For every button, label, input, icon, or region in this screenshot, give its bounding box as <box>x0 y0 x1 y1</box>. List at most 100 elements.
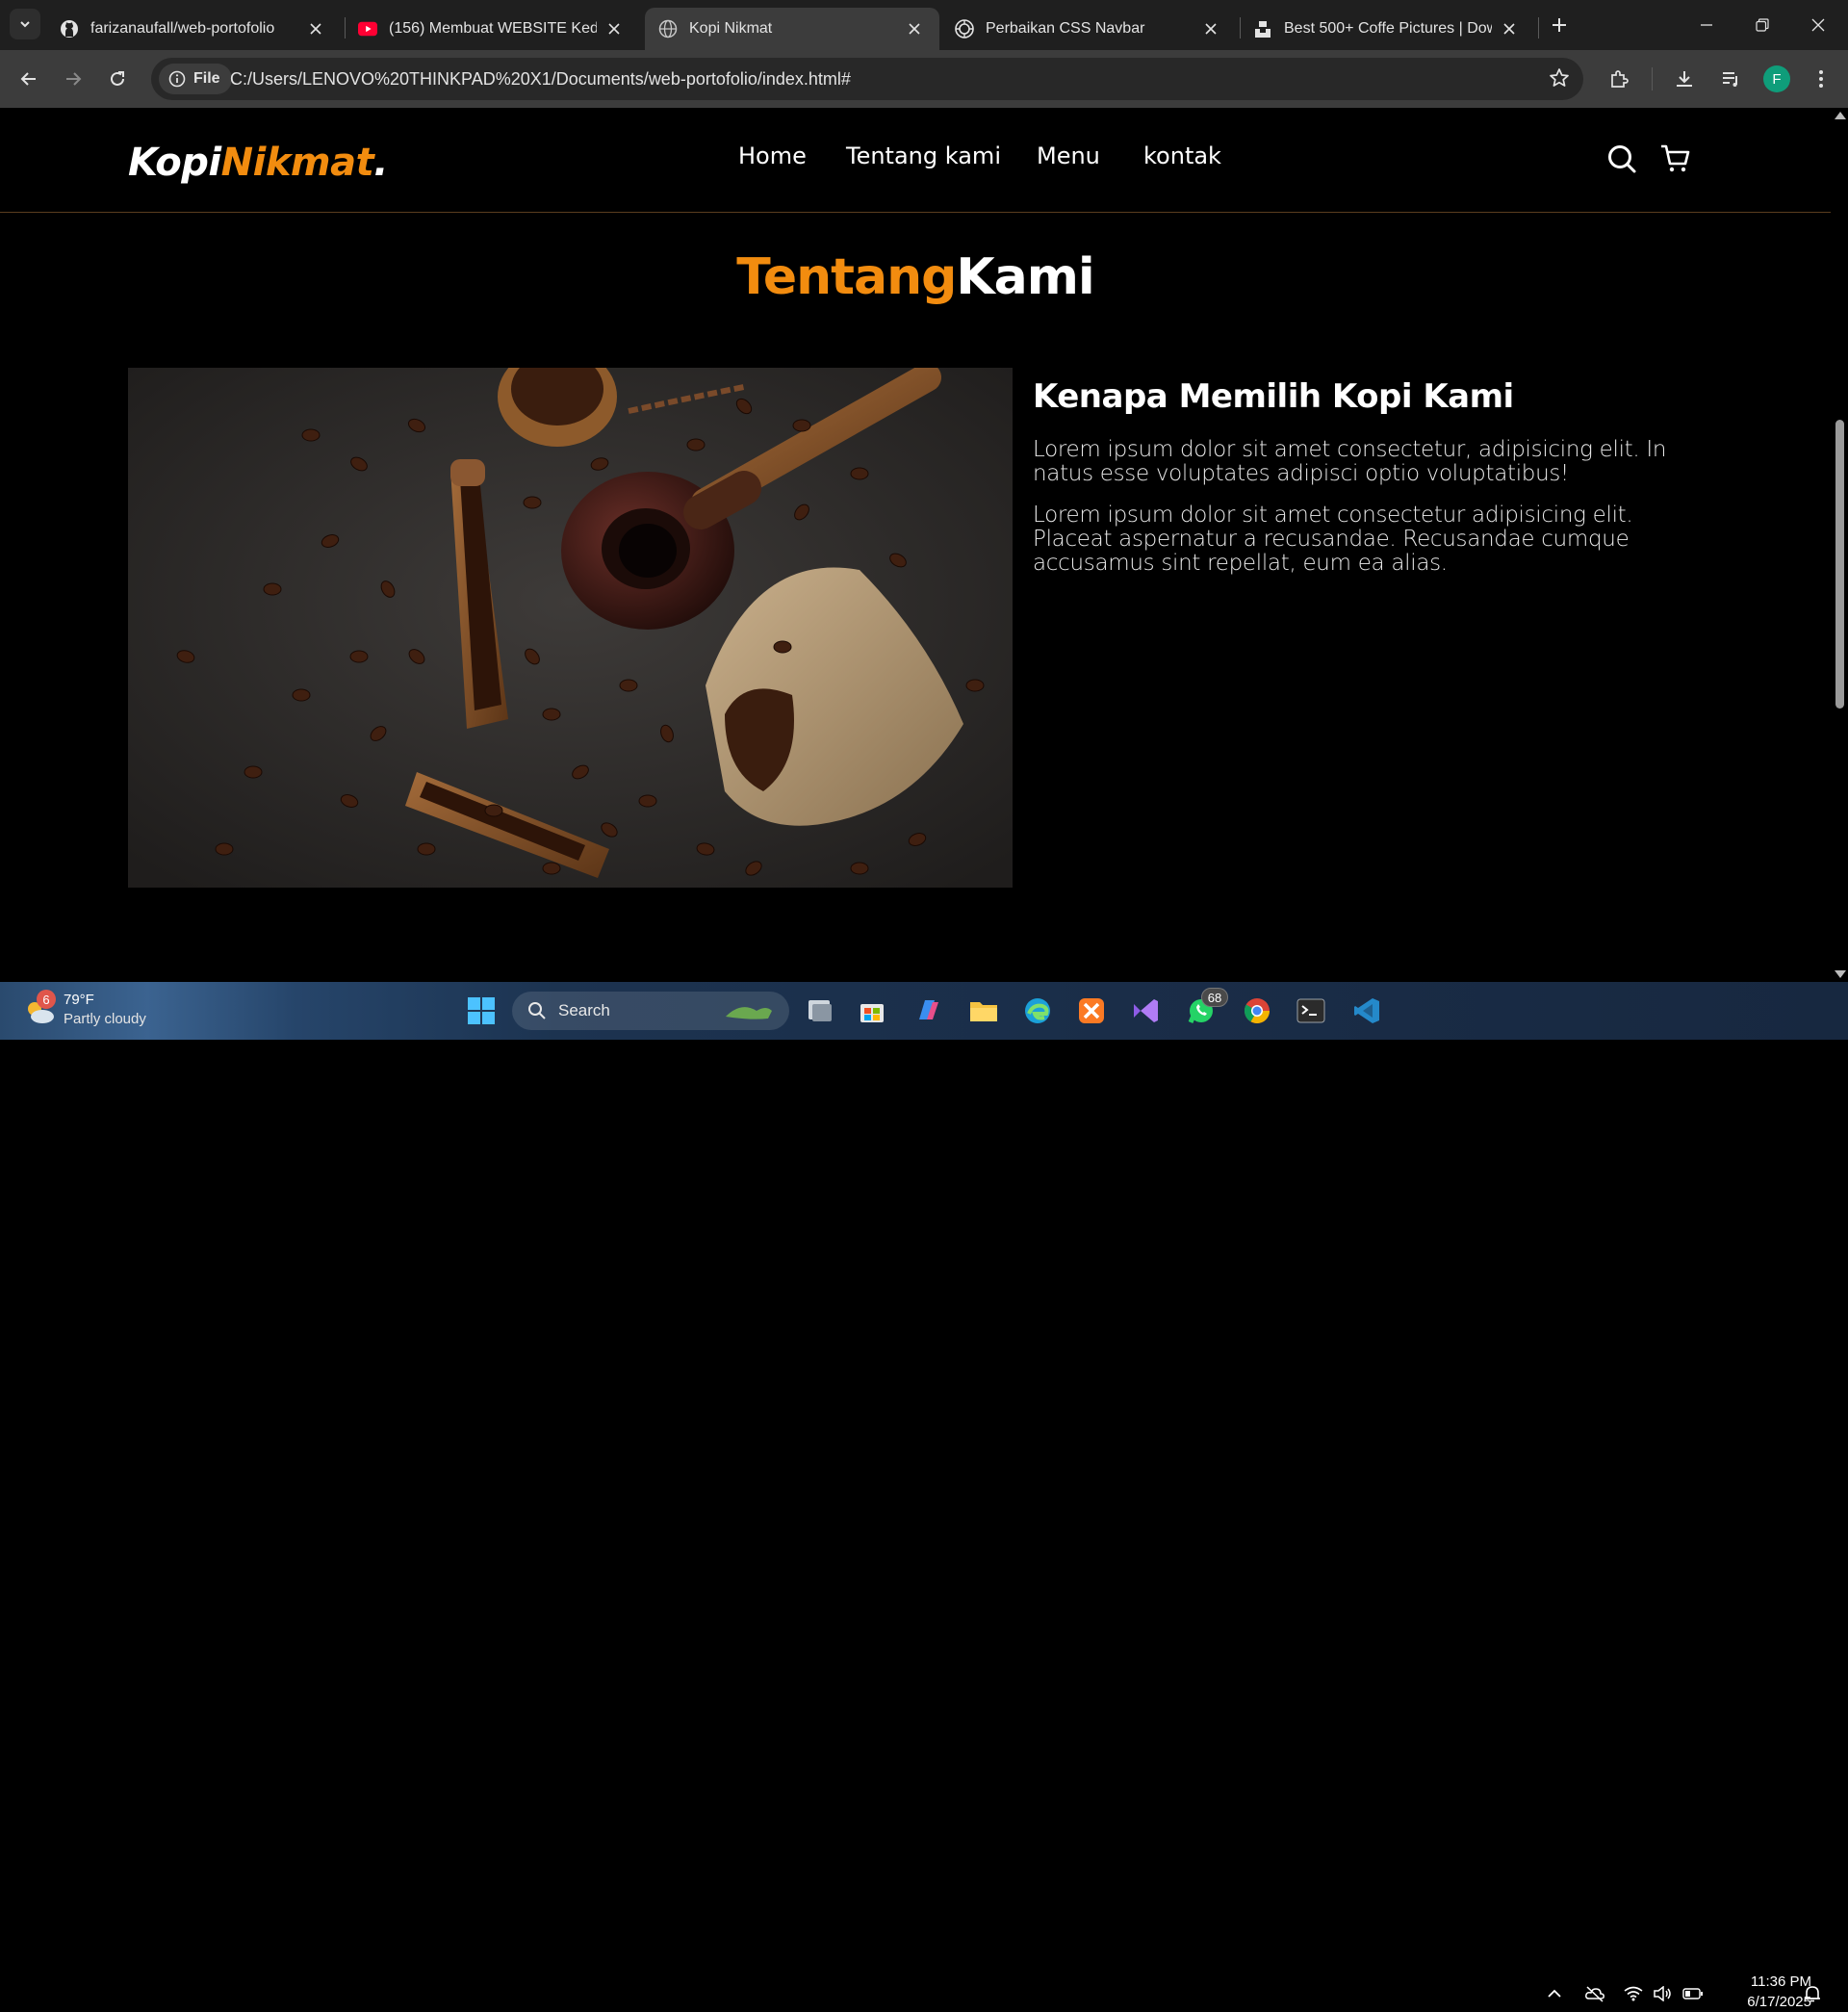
microsoft-store-button[interactable] <box>853 992 891 1030</box>
restore-button[interactable] <box>1734 0 1790 50</box>
weather-badge: 6 <box>37 990 56 1009</box>
copilot-button[interactable] <box>909 992 947 1030</box>
browser-tabbar: farizanaufall/web-portofolio (156) Membu… <box>0 0 1848 50</box>
site-navbar: KopiNikmat. Home Tentang kami Menu konta… <box>0 108 1831 213</box>
windows-taskbar: 6 79°F Partly cloudy Search 11:36 PM 6/1… <box>0 982 1848 2010</box>
taskbar-search-label: Search <box>558 1001 610 1019</box>
tab-kopi-nikmat[interactable]: Kopi Nikmat <box>645 8 939 50</box>
scroll-up-arrow-icon[interactable] <box>1835 112 1846 119</box>
shopping-cart-icon[interactable] <box>1659 142 1692 175</box>
weather-widget[interactable]: 6 79°F Partly cloudy <box>19 990 173 1032</box>
tab-github[interactable]: farizanaufall/web-portofolio <box>46 8 341 50</box>
tab-title: (156) Membuat WEBSITE Kedai <box>389 20 597 37</box>
page-scrollbar[interactable] <box>1831 108 1848 982</box>
file-explorer-button[interactable] <box>964 992 1003 1030</box>
chevron-down-icon <box>20 21 30 28</box>
search-icon <box>528 1002 546 1019</box>
chatgpt-icon <box>955 19 974 39</box>
about-paragraph-1: Lorem ipsum dolor sit amet consectetur, … <box>1033 436 1667 486</box>
puzzle-icon <box>1611 70 1629 88</box>
browser-toolbar: File C:/Users/LENOVO%20THINKPAD%20X1/Doc… <box>0 50 1848 108</box>
more-vert-icon <box>1819 70 1823 88</box>
search-highlight-icon <box>726 1007 772 1019</box>
edge-button[interactable] <box>1018 992 1057 1030</box>
copilot-icon <box>919 1000 938 1019</box>
extensions-button[interactable] <box>1605 65 1632 92</box>
nav-link-home[interactable]: Home <box>738 142 807 169</box>
address-bar[interactable]: File C:/Users/LENOVO%20THINKPAD%20X1/Doc… <box>151 58 1583 100</box>
close-icon[interactable] <box>306 19 325 39</box>
notifications-bell-icon[interactable] <box>1802 1983 1823 2004</box>
visual-studio-button[interactable] <box>1126 992 1165 1030</box>
edge-icon <box>1025 998 1050 1023</box>
task-view-icon <box>808 1000 832 1021</box>
reload-icon <box>111 71 124 86</box>
search-icon[interactable] <box>1605 142 1638 175</box>
tab-title: farizanaufall/web-portofolio <box>90 20 275 37</box>
taskbar-search[interactable]: Search <box>512 992 789 1030</box>
new-tab-button[interactable] <box>1546 12 1573 39</box>
onedrive-offline-icon[interactable] <box>1584 1983 1605 2004</box>
section-title-rest: Kami <box>956 248 1094 306</box>
battery-icon[interactable] <box>1682 1983 1704 2004</box>
reload-button[interactable] <box>102 64 133 94</box>
page-viewport: KopiNikmat. Home Tentang kami Menu konta… <box>0 108 1831 982</box>
download-icon <box>1677 71 1692 87</box>
tab-chatgpt[interactable]: Perbaikan CSS Navbar <box>941 8 1236 50</box>
tab-youtube[interactable]: (156) Membuat WEBSITE Kedai <box>345 8 639 50</box>
media-controls-button[interactable] <box>1717 65 1744 92</box>
logo-part-2: Nikmat <box>220 141 374 185</box>
browser-menu-button[interactable] <box>1808 65 1835 92</box>
nav-link-tentang-kami[interactable]: Tentang kami <box>846 142 1001 169</box>
globe-icon <box>658 19 678 39</box>
vscode-icon <box>1354 998 1379 1023</box>
restore-icon <box>1756 18 1769 32</box>
close-icon[interactable] <box>1201 19 1220 39</box>
playlist-icon <box>1723 72 1737 87</box>
downloads-button[interactable] <box>1671 65 1698 92</box>
tab-search-button[interactable] <box>10 9 40 39</box>
minimize-button[interactable] <box>1679 0 1734 50</box>
close-icon[interactable] <box>1500 19 1519 39</box>
toolbar-separator <box>1652 67 1653 90</box>
site-logo[interactable]: KopiNikmat. <box>128 141 388 185</box>
chrome-button[interactable] <box>1238 992 1276 1030</box>
start-button[interactable] <box>462 992 500 1030</box>
profile-avatar[interactable]: F <box>1763 65 1790 92</box>
xampp-button[interactable] <box>1072 992 1111 1030</box>
folder-icon <box>970 1002 997 1021</box>
terminal-button[interactable] <box>1292 992 1330 1030</box>
forward-button[interactable] <box>58 64 89 94</box>
visual-studio-icon <box>1134 999 1158 1022</box>
bookmark-star-icon[interactable] <box>1549 67 1572 90</box>
task-view-button[interactable] <box>801 992 839 1030</box>
arrow-right-icon <box>66 72 82 86</box>
section-title: TentangKami <box>0 248 1831 306</box>
about-heading: Kenapa Memilih Kopi Kami <box>1033 377 1514 416</box>
windows-logo-icon <box>468 997 495 1024</box>
volume-icon[interactable] <box>1652 1983 1673 2004</box>
close-icon[interactable] <box>604 19 624 39</box>
scroll-down-arrow-icon[interactable] <box>1835 970 1846 978</box>
nav-link-menu[interactable]: Menu <box>1037 142 1100 169</box>
tab-unsplash[interactable]: Best 500+ Coffe Pictures | Down <box>1240 8 1534 50</box>
taskbar-clock[interactable]: 11:36 PM 6/17/2025 <box>1715 1972 1811 2012</box>
site-info-chip[interactable]: File <box>159 64 232 94</box>
tab-title: Perbaikan CSS Navbar <box>986 20 1145 37</box>
close-icon[interactable] <box>905 19 924 39</box>
back-button[interactable] <box>13 64 44 94</box>
scroll-thumb[interactable] <box>1835 420 1844 709</box>
nav-link-kontak[interactable]: kontak <box>1143 142 1221 169</box>
wifi-icon[interactable] <box>1623 1983 1644 2004</box>
whatsapp-unread-badge: 68 <box>1201 988 1228 1007</box>
weather-temp: 79°F <box>64 992 94 1008</box>
xampp-icon <box>1079 998 1104 1023</box>
show-hidden-icons-chevron-up-icon[interactable] <box>1544 1983 1565 2004</box>
url-text[interactable]: C:/Users/LENOVO%20THINKPAD%20X1/Document… <box>230 69 851 90</box>
close-window-button[interactable] <box>1790 0 1846 50</box>
vscode-button[interactable] <box>1348 992 1386 1030</box>
github-icon <box>60 19 79 39</box>
tab-title: Kopi Nikmat <box>689 20 773 37</box>
coffee-beans-image <box>128 368 1013 888</box>
arrow-left-icon <box>20 72 36 86</box>
